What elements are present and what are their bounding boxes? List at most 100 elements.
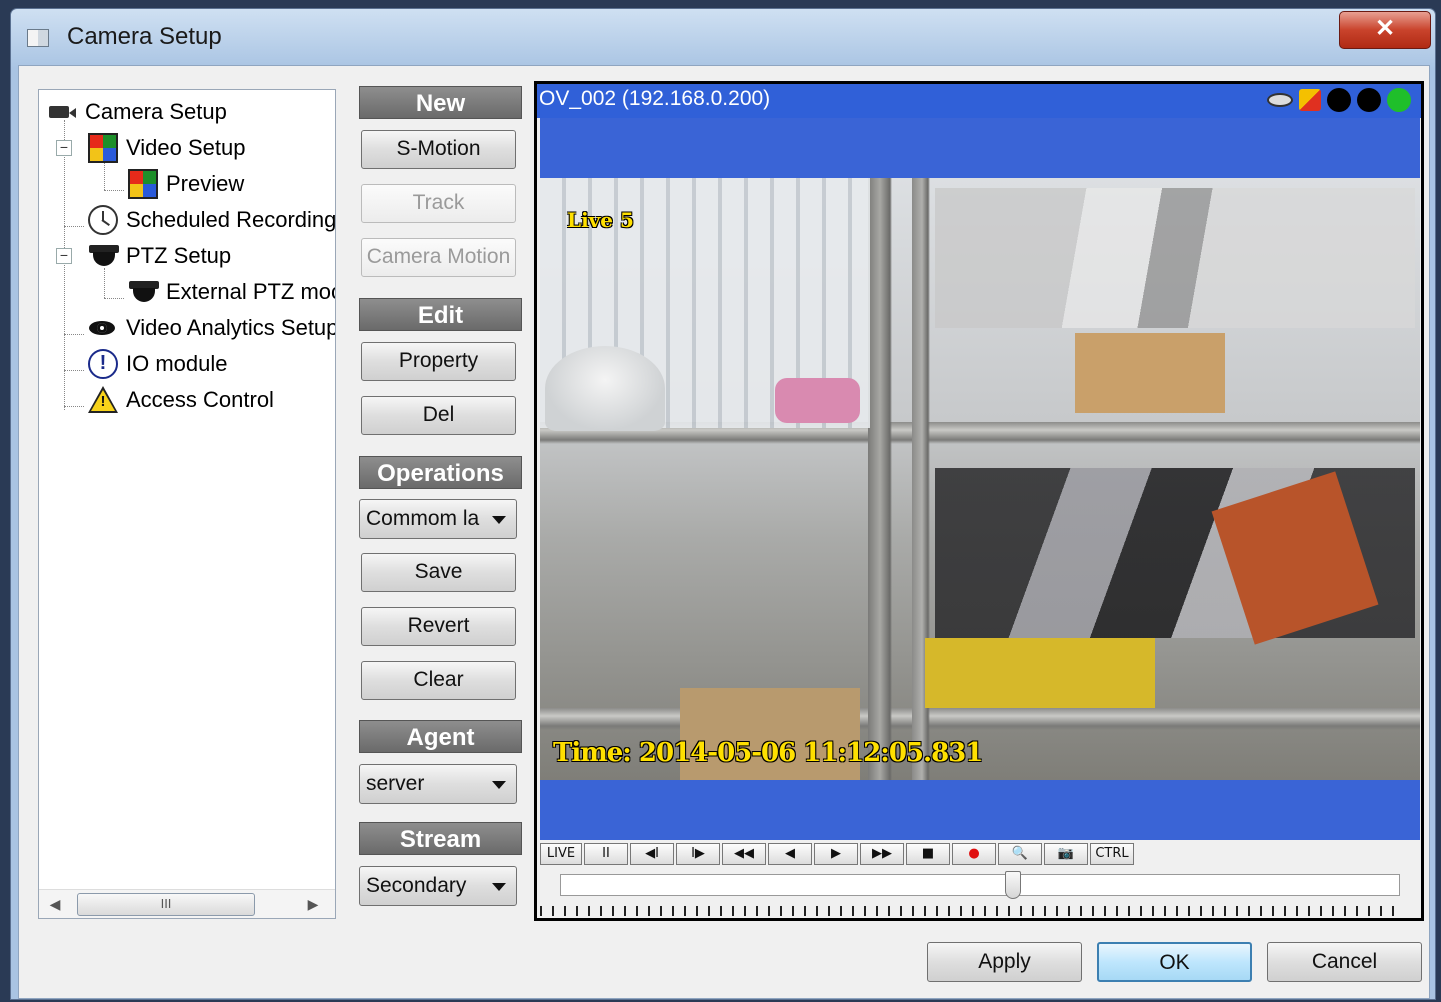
timeline-handle[interactable] — [1004, 871, 1021, 899]
property-button[interactable]: Property — [361, 342, 516, 381]
clock-icon — [88, 205, 118, 235]
scroll-right-arrow-icon[interactable]: ▶ — [303, 894, 323, 914]
eye-icon — [88, 313, 118, 343]
tree-item-label: Camera Setup — [85, 99, 227, 124]
status-dot-icon — [1327, 88, 1351, 112]
tree-item-label: PTZ Setup — [126, 243, 232, 268]
agent-select-value: server — [366, 772, 425, 795]
tree-item-ptz-setup[interactable]: PTZ Setup — [88, 240, 231, 272]
layout-select[interactable]: Commom la — [359, 499, 517, 539]
play-button[interactable]: ▶ — [814, 843, 858, 865]
ctrl-button[interactable]: CTRL — [1090, 843, 1134, 865]
tree-item-label: External PTZ moc — [166, 279, 336, 304]
timeline-slider[interactable] — [560, 871, 1400, 899]
fast-rewind-button[interactable]: ◀◀ — [722, 843, 766, 865]
tree-guide-line — [64, 226, 84, 227]
step-forward-button[interactable]: I▶ — [676, 843, 720, 865]
tree-item-label: Access Control — [126, 387, 274, 412]
camera-setup-window: Camera Setup ✕ Camera Setup − Video Setu… — [10, 8, 1436, 1000]
tree-item-io-module[interactable]: ! IO module — [88, 348, 228, 380]
step-back-button[interactable]: ◀I — [630, 843, 674, 865]
timeline-ticks — [540, 906, 1395, 916]
tree-item-label: Preview — [166, 171, 245, 196]
camera-icon — [47, 97, 77, 127]
apply-button[interactable]: Apply — [927, 942, 1082, 982]
tree-item-access-control[interactable]: Access Control — [88, 384, 274, 416]
playback-controls: LIVE II ◀I I▶ ◀◀ ◀ ▶ ▶▶ ■ ● 🔍 📷 CTRL — [540, 842, 1420, 866]
timestamp-overlay: Time: 2014-05-06 11:12:05.831 — [553, 738, 983, 768]
dome-camera-icon — [128, 277, 159, 307]
play-reverse-button[interactable]: ◀ — [768, 843, 812, 865]
tree-guide-line — [64, 334, 84, 335]
tree-item-video-setup[interactable]: Video Setup — [88, 132, 245, 164]
tree-guide-line — [64, 370, 84, 371]
new-section-header: New — [359, 86, 522, 119]
tree-guide-line — [104, 268, 105, 298]
fast-forward-button[interactable]: ▶▶ — [860, 843, 904, 865]
agent-section-header: Agent — [359, 720, 522, 753]
stream-select[interactable]: Secondary — [359, 866, 517, 906]
tree-item-label: Video Setup — [126, 135, 246, 160]
tree-item-preview[interactable]: Preview — [128, 168, 244, 200]
tree-item-video-analytics[interactable]: Video Analytics Setup — [88, 312, 336, 344]
camera-feed-image: Live 5 Time: 2014-05-06 11:12:05.831 — [540, 178, 1420, 780]
video-grid-icon — [128, 169, 158, 199]
dome-camera-icon — [88, 241, 119, 271]
camera-motion-button[interactable]: Camera Motion — [361, 238, 516, 277]
revert-button[interactable]: Revert — [361, 607, 516, 646]
zoom-button[interactable]: 🔍 — [998, 843, 1042, 865]
video-header: OV_002 (192.168.0.200) — [537, 84, 1421, 118]
clear-button[interactable]: Clear — [361, 661, 516, 700]
tree-horizontal-scrollbar[interactable]: ◀ III ▶ — [39, 889, 335, 918]
setup-tree[interactable]: Camera Setup − Video Setup Preview Sched… — [38, 89, 336, 919]
status-dot-icon — [1357, 88, 1381, 112]
title-bar: Camera Setup ✕ — [11, 9, 1435, 65]
delete-button[interactable]: Del — [361, 396, 516, 435]
s-motion-button[interactable]: S-Motion — [361, 130, 516, 169]
close-button[interactable]: ✕ — [1339, 11, 1431, 49]
scrollbar-thumb[interactable]: III — [77, 893, 255, 916]
tree-item-label: Video Analytics Setup — [126, 315, 336, 340]
chevron-down-icon — [492, 516, 506, 524]
save-button[interactable]: Save — [361, 553, 516, 592]
app-icon — [27, 29, 49, 47]
record-button[interactable]: ● — [952, 843, 996, 865]
ok-button[interactable]: OK — [1097, 942, 1252, 982]
status-icons — [1267, 88, 1411, 112]
dialog-client-area: Camera Setup − Video Setup Preview Sched… — [18, 65, 1430, 999]
warning-icon — [88, 385, 118, 415]
status-dot-icon — [1387, 88, 1411, 112]
video-panel: OV_002 (192.168.0.200) Live 5 Time: 2014… — [534, 81, 1424, 921]
live-overlay-label: Live 5 — [567, 208, 634, 232]
view-eye-icon — [1267, 93, 1293, 107]
collapse-ptz-setup-toggle[interactable]: − — [56, 248, 72, 264]
agent-select[interactable]: server — [359, 764, 517, 804]
scroll-left-arrow-icon[interactable]: ◀ — [45, 894, 65, 914]
tree-item-camera-setup[interactable]: Camera Setup — [47, 96, 227, 128]
camera-title: OV_002 (192.168.0.200) — [539, 87, 771, 110]
tree-item-external-ptz[interactable]: External PTZ moc — [128, 276, 336, 308]
operations-section-header: Operations — [359, 456, 522, 489]
cancel-button[interactable]: Cancel — [1267, 942, 1422, 982]
video-viewport[interactable]: Live 5 Time: 2014-05-06 11:12:05.831 — [540, 118, 1420, 840]
pause-button[interactable]: II — [584, 843, 628, 865]
video-grid-icon — [88, 133, 118, 163]
tree-item-scheduled-recording[interactable]: Scheduled Recording — [88, 204, 336, 236]
edit-section-header: Edit — [359, 298, 522, 331]
window-title: Camera Setup — [67, 23, 222, 50]
stop-button[interactable]: ■ — [906, 843, 950, 865]
layout-select-value: Commom la — [366, 507, 480, 530]
io-icon: ! — [88, 349, 118, 379]
snapshot-button[interactable]: 📷 — [1044, 843, 1088, 865]
tree-guide-line — [64, 120, 65, 410]
tree-guide-line — [104, 190, 124, 191]
mute-icon — [1299, 89, 1321, 111]
track-button[interactable]: Track — [361, 184, 516, 223]
collapse-video-setup-toggle[interactable]: − — [56, 140, 72, 156]
live-button[interactable]: LIVE — [540, 843, 582, 865]
chevron-down-icon — [492, 883, 506, 891]
tree-guide-line — [64, 406, 84, 407]
tree-guide-line — [104, 298, 124, 299]
tree-item-label: Scheduled Recording — [126, 207, 336, 232]
stream-section-header: Stream — [359, 822, 522, 855]
